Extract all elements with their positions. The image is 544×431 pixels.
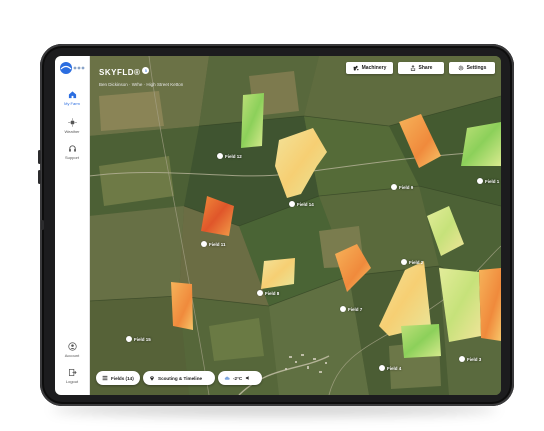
farm-location: Ben Dickinson · Wrhe · High Street Ketto… [99, 82, 184, 87]
field-name: Field 8 [265, 290, 280, 296]
headset-icon [68, 145, 76, 152]
map-pin-icon [126, 336, 132, 342]
field-marker[interactable]: Field 8 [257, 290, 279, 296]
location-pin-icon [150, 376, 154, 381]
scouting-label: Scouting & Timeline [158, 375, 203, 381]
gear-icon [458, 65, 463, 71]
fields-label: Fields (14) [111, 375, 134, 381]
sidebar-item-support[interactable]: Support [55, 144, 89, 160]
map-canvas [89, 56, 501, 395]
list-icon [102, 375, 108, 381]
map-pin-icon [401, 259, 407, 265]
field-name: Field 2 [409, 259, 424, 265]
notification-badge[interactable]: 5 [142, 67, 150, 75]
field-marker[interactable]: Field 4 [379, 365, 401, 371]
sidebar-item-label: Account [64, 353, 80, 358]
share-label: Share [418, 65, 433, 71]
machinery-label: Machinery [361, 65, 387, 71]
field-marker[interactable]: Field 14 [289, 201, 314, 207]
map-pin-icon [217, 153, 223, 159]
temperature-label: -2°C [233, 375, 243, 381]
cloud-icon [224, 376, 230, 380]
share-button[interactable]: Share [398, 62, 444, 74]
field-name: Field 14 [297, 201, 314, 207]
machinery-button[interactable]: Machinery [346, 62, 393, 74]
field-marker[interactable]: Field 7 [340, 306, 362, 312]
map-pin-icon [340, 306, 346, 312]
sidebar-item-label: Logout [65, 379, 79, 384]
field-marker[interactable]: Field 9 [391, 184, 413, 190]
sidebar-item-logout[interactable]: Logout [55, 368, 89, 384]
share-icon [410, 65, 415, 71]
sidebar: My Farm Weather Support Account Logout [55, 56, 90, 395]
field-name: Field 7 [348, 306, 363, 312]
map-pin-icon [379, 365, 385, 371]
sidebar-item-label: Weather [64, 129, 80, 134]
field-12-overlay [241, 93, 264, 148]
field-marker[interactable]: Field 2 [401, 259, 423, 265]
field-8-overlay [261, 258, 295, 289]
field-marker[interactable]: Field 11 [201, 241, 226, 247]
settings-label: Settings [466, 65, 487, 71]
field-3b-overlay [479, 268, 501, 341]
field-4b-overlay [401, 324, 441, 358]
map-pin-icon [289, 201, 295, 207]
field-1-overlay [461, 122, 501, 166]
field-marker[interactable]: Field 1 [477, 178, 499, 184]
map-pin-icon [257, 290, 263, 296]
app-screen: My Farm Weather Support Account Logout S… [55, 56, 501, 395]
speaker-icon [246, 376, 249, 380]
settings-button[interactable]: Settings [449, 62, 495, 74]
field-marker[interactable]: Field 15 [126, 336, 151, 342]
skyfld-logo [60, 62, 85, 74]
sidebar-item-label: Support [64, 155, 79, 160]
satellite-map[interactable] [89, 56, 501, 395]
volume-down-button [38, 170, 41, 184]
brand-header: SKYFLD® 5 Ben Dickinson · Wrhe · High Str… [99, 62, 183, 87]
field-name: Field 9 [399, 184, 414, 190]
field-marker[interactable]: Field 3 [459, 356, 481, 362]
field-name: Field 4 [387, 365, 402, 371]
field-name: Field 3 [467, 356, 482, 362]
sidebar-item-label: My Farm [64, 101, 80, 106]
sun-icon [67, 118, 77, 127]
volume-up-button [38, 150, 41, 164]
sidebar-item-weather[interactable]: Weather [55, 118, 89, 134]
map-pin-icon [201, 241, 207, 247]
camera-dot [41, 220, 44, 230]
weather-widget[interactable]: -2°C [218, 371, 262, 385]
map-pin-icon [477, 178, 483, 184]
map-pin-icon [459, 356, 465, 362]
logout-icon [68, 368, 77, 377]
map-pin-icon [391, 184, 397, 190]
field-name: Field 15 [134, 336, 151, 342]
sidebar-item-my-farm[interactable]: My Farm [55, 90, 89, 106]
home-icon [68, 91, 76, 99]
fields-button[interactable]: Fields (14) [96, 371, 140, 385]
field-13-overlay [171, 282, 193, 330]
field-name: Field 1 [485, 178, 500, 184]
field-name: Field 11 [209, 241, 226, 247]
sidebar-item-account[interactable]: Account [55, 342, 89, 358]
field-marker[interactable]: Field 12 [217, 153, 242, 159]
account-icon [67, 342, 77, 351]
app-name: SKYFLD® [99, 68, 141, 77]
field-name: Field 12 [225, 153, 242, 159]
tractor-icon [353, 65, 359, 71]
scouting-timeline-button[interactable]: Scouting & Timeline [143, 371, 215, 385]
